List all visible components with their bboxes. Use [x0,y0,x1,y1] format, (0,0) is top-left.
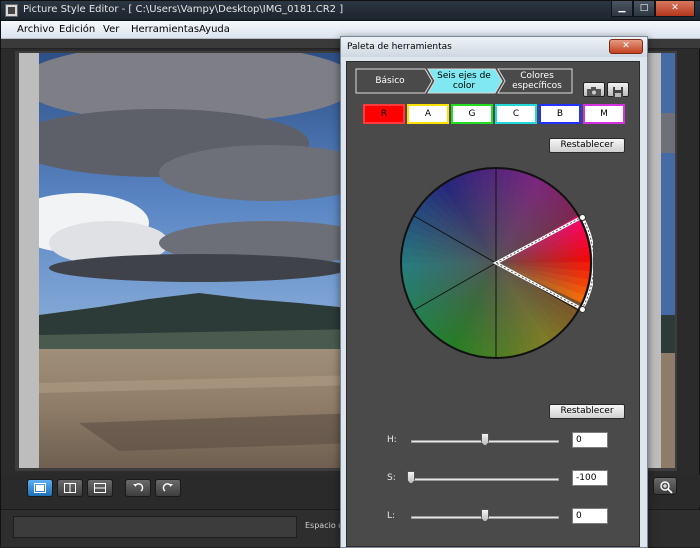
palette-title-bar[interactable]: Paleta de herramientas ✕ [341,37,647,57]
tab-colores-label: Colores específicos [512,71,562,91]
color-button-r[interactable]: R [363,104,405,124]
saturation-slider-track[interactable] [411,478,559,481]
photo-preview [39,53,359,468]
window-title: Picture Style Editor - [ C:\Users\Vampy\… [23,4,344,15]
maximize-button[interactable]: □ [633,1,655,17]
split-view-icon [64,483,76,493]
menu-ver[interactable]: Ver [103,24,119,35]
color-button-m[interactable]: M [583,104,625,124]
rotate-right-button[interactable] [155,479,181,497]
palette-close-button[interactable]: ✕ [609,39,643,54]
tool-palette: Paleta de herramientas ✕ Básico Seis eje… [340,36,648,548]
hue-slider-row: H: 0 [387,432,617,450]
rotate-left-button[interactable] [125,479,151,497]
status-field [13,516,297,538]
color-button-g[interactable]: G [451,104,493,124]
palette-tabs: Básico Seis ejes de color Colores especí… [355,68,579,96]
palette-title: Paleta de herramientas [347,42,452,52]
menu-edicion[interactable]: Edición [59,24,95,35]
single-view-icon [34,483,46,493]
menu-herramientas[interactable]: Herramientas [131,24,199,35]
landscape-image [39,53,359,468]
lightness-input[interactable]: 0 [572,508,608,524]
reset-wheel-button[interactable]: Restablecer [549,138,625,153]
wheel-handle-bottom[interactable] [579,306,586,313]
menu-ayuda[interactable]: Ayuda [199,24,230,35]
lightness-slider-row: L: 0 [387,508,617,526]
color-button-a[interactable]: A [407,104,449,124]
zoom-icon [660,481,673,494]
color-button-b[interactable]: B [539,104,581,124]
split-view-button[interactable] [57,479,83,497]
reset-sliders-button[interactable]: Restablecer [549,404,625,419]
rotate-right-icon [162,483,173,492]
compare-view-icon [94,483,106,493]
camera-save-icon [587,87,601,96]
hue-label: H: [387,435,397,445]
tab-basico[interactable]: Básico [355,68,433,94]
viewer-margin-left [19,53,39,468]
app-icon [5,4,18,17]
save-style-button[interactable] [583,82,605,97]
compare-view-button[interactable] [87,479,113,497]
photo-preview-edge [661,53,675,468]
minimize-button[interactable]: ▁ [611,1,633,17]
single-view-button[interactable] [27,479,53,497]
landscape-image-edge [661,53,675,468]
lightness-label: L: [387,511,396,521]
hue-slider-thumb[interactable] [481,433,489,446]
color-wheel[interactable] [399,166,596,360]
close-button[interactable]: ✕ [655,1,695,17]
tab-basico-label: Básico [375,76,405,86]
color-button-c[interactable]: C [495,104,537,124]
lightness-slider-thumb[interactable] [481,509,489,522]
menu-archivo[interactable]: Archivo [17,24,54,35]
hue-input[interactable]: 0 [572,432,608,448]
zoom-button[interactable] [653,477,677,495]
rotate-left-icon [133,483,144,492]
saturation-slider-thumb[interactable] [407,471,415,484]
wheel-handle-top[interactable] [579,214,586,221]
tab-seis-ejes-label: Seis ejes de color [437,71,491,91]
window-controls: ▁ □ ✕ [611,1,695,17]
saturation-label: S: [387,473,396,483]
tab-seis-ejes[interactable]: Seis ejes de color [427,68,503,94]
saturation-slider-row: S: -100 [387,470,617,488]
saturation-input[interactable]: -100 [572,470,608,486]
palette-body: Básico Seis ejes de color Colores especí… [346,61,640,547]
disk-save-icon [613,87,623,97]
save-file-button[interactable] [607,82,629,97]
tab-colores-especificos[interactable]: Colores específicos [497,68,573,94]
title-bar: Picture Style Editor - [ C:\Users\Vampy\… [1,1,700,21]
